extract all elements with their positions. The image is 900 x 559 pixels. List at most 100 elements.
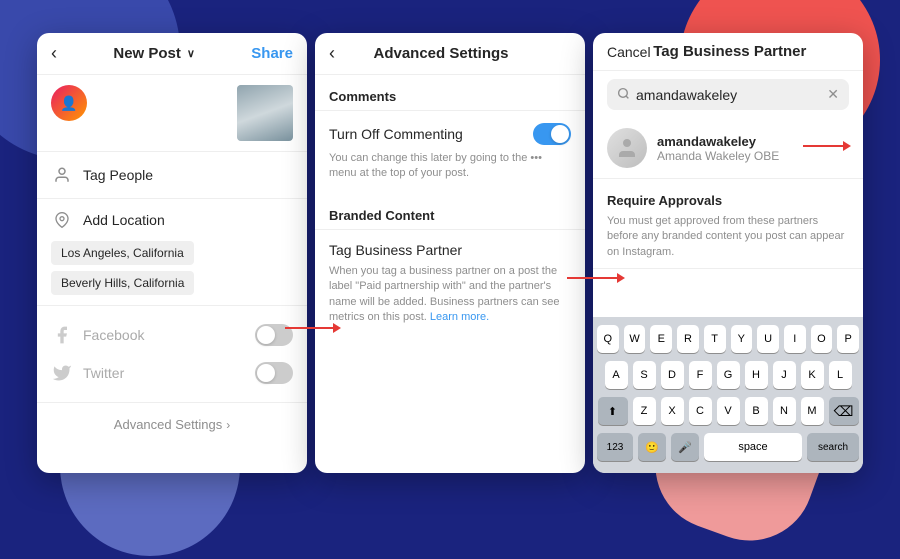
turn-off-commenting-label: Turn Off Commenting — [329, 126, 463, 142]
key-search[interactable]: search — [807, 433, 859, 461]
screen2-title: Advanced Settings — [373, 45, 508, 62]
require-approvals-section: Require Approvals You must get approved … — [593, 179, 863, 269]
key-a[interactable]: A — [605, 361, 628, 389]
key-z[interactable]: Z — [633, 397, 656, 425]
advanced-settings-link[interactable]: Advanced Settings › — [37, 403, 307, 446]
tag-people-item[interactable]: Tag People — [37, 152, 307, 199]
key-e[interactable]: E — [650, 325, 672, 353]
advanced-settings-label: Advanced Settings — [114, 417, 222, 432]
key-d[interactable]: D — [661, 361, 684, 389]
keyboard: Q W E R T Y U I O P A S D F G H J K L — [593, 317, 863, 473]
share-to-section: Facebook Twitter — [37, 306, 307, 403]
back-arrow-icon[interactable]: ‹ — [51, 43, 57, 64]
screen-advanced-settings: ‹ Advanced Settings Comments Turn Off Co… — [315, 33, 585, 473]
search-clear-icon[interactable]: ✕ — [827, 86, 839, 103]
key-mic[interactable]: 🎤 — [671, 433, 699, 461]
commenting-toggle-knob — [551, 125, 569, 143]
key-t[interactable]: T — [704, 325, 726, 353]
key-m[interactable]: M — [801, 397, 824, 425]
facebook-toggle-knob — [257, 326, 275, 344]
tag-people-label: Tag People — [83, 167, 153, 183]
screen1-header: ‹ New Post ∨ Share — [37, 33, 307, 75]
key-b[interactable]: B — [745, 397, 768, 425]
result-full-name: Amanda Wakeley OBE — [657, 149, 849, 163]
key-l[interactable]: L — [829, 361, 852, 389]
key-p[interactable]: P — [837, 325, 859, 353]
screen3-header: Cancel Tag Business Partner — [593, 33, 863, 71]
learn-more-link[interactable]: Learn more. — [430, 311, 489, 323]
require-approvals-desc: You must get approved from these partner… — [607, 214, 849, 260]
key-y[interactable]: Y — [731, 325, 753, 353]
facebook-toggle[interactable] — [255, 324, 293, 346]
search-bar[interactable]: amandawakeley ✕ — [607, 79, 849, 110]
screens-wrapper: ‹ New Post ∨ Share 👤 Tag People — [37, 33, 863, 473]
keyboard-row-1: Q W E R T Y U I O P — [597, 325, 859, 353]
key-q[interactable]: Q — [597, 325, 619, 353]
tag-business-partner-item: Tag Business Partner When you tag a busi… — [315, 230, 585, 338]
spacer — [593, 269, 863, 317]
twitter-toggle[interactable] — [255, 362, 293, 384]
key-v[interactable]: V — [717, 397, 740, 425]
comments-section-title: Comments — [315, 75, 585, 110]
title-chevron-icon: ∨ — [187, 47, 195, 60]
share-button[interactable]: Share — [251, 45, 293, 62]
key-k[interactable]: K — [801, 361, 824, 389]
post-thumb-img — [237, 85, 293, 141]
key-s[interactable]: S — [633, 361, 656, 389]
key-num[interactable]: 123 — [597, 433, 633, 461]
screen3-title: Tag Business Partner — [653, 43, 806, 60]
screen-new-post: ‹ New Post ∨ Share 👤 Tag People — [37, 33, 307, 473]
key-shift[interactable]: ⬆ — [598, 397, 628, 425]
result-info: amandawakeley Amanda Wakeley OBE — [657, 134, 849, 163]
key-j[interactable]: J — [773, 361, 796, 389]
key-x[interactable]: X — [661, 397, 684, 425]
key-n[interactable]: N — [773, 397, 796, 425]
turn-off-commenting-desc: You can change this later by going to th… — [329, 151, 571, 182]
key-h[interactable]: H — [745, 361, 768, 389]
post-image-row: 👤 — [37, 75, 307, 152]
key-space[interactable]: space — [704, 433, 802, 461]
screen2-back-icon[interactable]: ‹ — [329, 43, 335, 64]
add-location-label[interactable]: Add Location — [83, 212, 165, 228]
location-title: Add Location — [51, 209, 293, 231]
advanced-chevron-icon: › — [226, 418, 230, 432]
key-o[interactable]: O — [811, 325, 833, 353]
key-g[interactable]: G — [717, 361, 740, 389]
key-r[interactable]: R — [677, 325, 699, 353]
tag-business-partner-desc: When you tag a business partner on a pos… — [329, 264, 571, 326]
location-icon — [51, 209, 73, 231]
require-approvals-title: Require Approvals — [607, 193, 849, 208]
location-section: Add Location Los Angeles, California Bev… — [37, 199, 307, 306]
key-w[interactable]: W — [624, 325, 646, 353]
screen2-header: ‹ Advanced Settings — [315, 33, 585, 75]
key-i[interactable]: I — [784, 325, 806, 353]
search-input[interactable]: amandawakeley — [636, 87, 821, 103]
key-emoji[interactable]: 🙂 — [638, 433, 666, 461]
result-username: amandawakeley — [657, 134, 849, 149]
tag-business-partner-label[interactable]: Tag Business Partner — [329, 242, 462, 258]
turn-off-commenting-item: Turn Off Commenting You can change this … — [315, 111, 585, 194]
twitter-icon — [51, 362, 73, 384]
keyboard-row-4: 123 🙂 🎤 space search — [597, 433, 859, 461]
avatar: 👤 — [51, 85, 87, 121]
twitter-row: Twitter — [51, 354, 293, 392]
location-tags: Los Angeles, California Beverly Hills, C… — [51, 241, 293, 295]
key-u[interactable]: U — [757, 325, 779, 353]
facebook-label: Facebook — [83, 327, 144, 343]
screen1-title: New Post ∨ — [113, 45, 195, 62]
keyboard-row-2: A S D F G H J K L — [597, 361, 859, 389]
screen3-cancel-button[interactable]: Cancel — [607, 44, 651, 60]
search-result-item[interactable]: amandawakeley Amanda Wakeley OBE — [593, 118, 863, 179]
twitter-label: Twitter — [83, 365, 124, 381]
facebook-row: Facebook — [51, 316, 293, 354]
location-tag-bh[interactable]: Beverly Hills, California — [51, 271, 194, 295]
twitter-toggle-knob — [257, 364, 275, 382]
location-tag-la[interactable]: Los Angeles, California — [51, 241, 194, 265]
search-icon — [617, 87, 630, 103]
key-c[interactable]: C — [689, 397, 712, 425]
facebook-icon — [51, 324, 73, 346]
keyboard-row-3: ⬆ Z X C V B N M ⌫ — [597, 397, 859, 425]
commenting-toggle[interactable] — [533, 123, 571, 145]
key-f[interactable]: F — [689, 361, 712, 389]
key-delete[interactable]: ⌫ — [829, 397, 859, 425]
